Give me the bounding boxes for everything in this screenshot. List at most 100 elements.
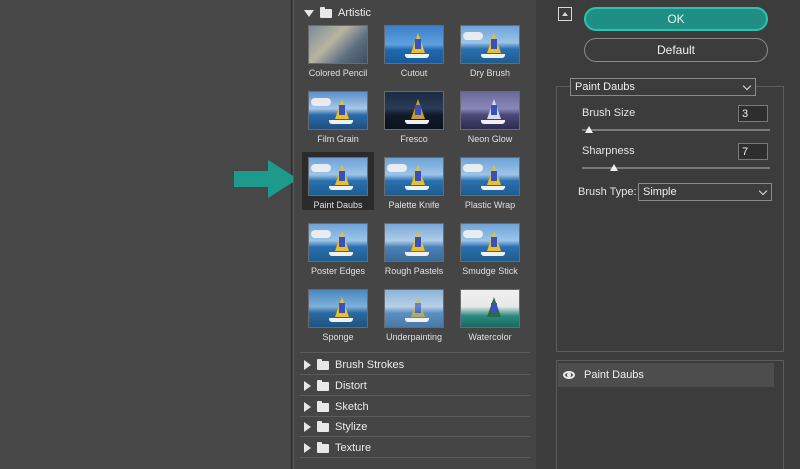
filter-preview <box>384 91 444 130</box>
filter-label: Plastic Wrap <box>464 200 516 210</box>
filter-thumb-poster-edges[interactable]: Poster Edges <box>302 218 374 276</box>
triangle-right-icon <box>304 360 311 370</box>
filter-preview <box>308 223 368 262</box>
filter-preview <box>308 25 368 64</box>
filter-thumb-colored-pencil[interactable]: Colored Pencil <box>302 20 374 78</box>
sharpness-input[interactable]: 7 <box>738 143 768 160</box>
filter-label: Palette Knife <box>388 200 440 210</box>
brush-size-input[interactable]: 3 <box>738 105 768 122</box>
filter-thumb-smudge-stick[interactable]: Smudge Stick <box>454 218 526 276</box>
filter-preview <box>460 91 520 130</box>
brush-size-slider[interactable] <box>582 126 770 133</box>
brush-size-label: Brush Size <box>582 107 636 119</box>
triangle-right-icon <box>304 422 311 432</box>
filter-preview <box>384 25 444 64</box>
filter-select-value: Paint Daubs <box>575 81 635 93</box>
filter-thumb-sponge[interactable]: Sponge <box>302 284 374 342</box>
filter-thumb-film-grain[interactable]: Film Grain <box>302 86 374 144</box>
filter-preview <box>460 25 520 64</box>
sharpness-slider[interactable] <box>582 164 770 171</box>
filter-label: Poster Edges <box>310 266 366 276</box>
folder-icon <box>317 400 329 412</box>
filter-thumb-cutout[interactable]: Cutout <box>378 20 450 78</box>
ok-button[interactable]: OK <box>584 7 768 31</box>
effect-layer-name: Paint Daubs <box>584 369 644 381</box>
effect-layer-row[interactable]: Paint Daubs <box>558 363 774 387</box>
divider <box>300 395 530 396</box>
divider <box>300 352 530 353</box>
triangle-right-icon <box>304 443 311 453</box>
folder-icon <box>317 420 329 432</box>
filter-preview <box>460 157 520 196</box>
filter-label: Smudge Stick <box>462 266 518 276</box>
category-distort[interactable]: Distort <box>304 376 367 396</box>
filter-preview <box>460 223 520 262</box>
category-texture[interactable]: Texture <box>304 438 371 458</box>
chevron-down-icon <box>758 186 768 196</box>
category-sketch[interactable]: Sketch <box>304 397 369 417</box>
eye-icon[interactable] <box>558 371 580 379</box>
filter-label: Sponge <box>322 332 354 342</box>
default-button[interactable]: Default <box>584 38 768 62</box>
sharpness-label: Sharpness <box>582 145 635 157</box>
category-label: Distort <box>335 380 367 392</box>
filter-label: Film Grain <box>317 134 359 144</box>
effect-layers-panel: Paint Daubs <box>556 360 784 469</box>
brush-type-label: Brush Type: <box>578 186 637 198</box>
filter-preview <box>384 289 444 328</box>
triangle-right-icon <box>304 402 311 412</box>
triangle-down-icon <box>304 9 314 17</box>
filter-preview <box>384 223 444 262</box>
collapse-gallery-button[interactable] <box>558 7 572 21</box>
filter-label: Watercolor <box>468 332 512 342</box>
filter-thumb-dry-brush[interactable]: Dry Brush <box>454 20 526 78</box>
triangle-right-icon <box>304 381 311 391</box>
category-brush-strokes[interactable]: Brush Strokes <box>304 355 404 375</box>
filter-select[interactable]: Paint Daubs <box>570 78 756 96</box>
filter-label: Rough Pastels <box>384 266 444 276</box>
filter-thumb-watercolor[interactable]: Watercolor <box>454 284 526 342</box>
filter-label: Fresco <box>400 134 428 144</box>
divider <box>300 374 530 375</box>
category-label: Brush Strokes <box>335 359 405 371</box>
filter-preview <box>308 91 368 130</box>
filter-thumb-plastic-wrap[interactable]: Plastic Wrap <box>454 152 526 210</box>
category-label: Texture <box>335 442 372 454</box>
brush-size-slider-knob[interactable] <box>585 126 593 133</box>
filter-label: Underpainting <box>385 332 443 342</box>
filter-thumb-fresco[interactable]: Fresco <box>378 86 450 144</box>
folder-icon <box>317 358 329 370</box>
filter-label: Paint Daubs <box>313 200 363 210</box>
category-label: Stylize <box>335 421 368 433</box>
filter-preview <box>384 157 444 196</box>
filter-label: Dry Brush <box>469 68 510 78</box>
filter-label: Cutout <box>400 68 428 78</box>
arrow-right-icon <box>234 160 298 198</box>
filter-thumb-palette-knife[interactable]: Palette Knife <box>378 152 450 210</box>
folder-icon <box>317 441 329 453</box>
brush-type-select[interactable]: Simple <box>638 183 772 201</box>
image-preview[interactable] <box>0 0 292 469</box>
category-label: Sketch <box>335 401 369 413</box>
filter-thumb-rough-pastels[interactable]: Rough Pastels <box>378 218 450 276</box>
filter-thumb-paint-daubs[interactable]: Paint Daubs <box>302 152 374 210</box>
collapse-icon <box>562 12 568 16</box>
divider <box>300 457 530 458</box>
brush-type-value: Simple <box>643 186 677 198</box>
sharpness-slider-knob[interactable] <box>610 164 618 171</box>
folder-icon <box>320 6 332 18</box>
filter-gallery: Artistic Colored Pencil Cutout Dry Brush… <box>293 0 536 469</box>
category-artistic-label: Artistic <box>338 7 371 19</box>
divider <box>300 436 530 437</box>
filter-label: Neon Glow <box>467 134 513 144</box>
filter-label: Colored Pencil <box>308 68 368 78</box>
filter-preview <box>460 289 520 328</box>
category-stylize[interactable]: Stylize <box>304 417 367 437</box>
filter-preview <box>308 157 368 196</box>
settings-panel: OK Default Paint Daubs Brush Size 3 Shar… <box>546 0 800 469</box>
chevron-down-icon <box>742 81 752 91</box>
folder-icon <box>317 379 329 391</box>
filter-preview <box>308 289 368 328</box>
filter-thumb-underpainting[interactable]: Underpainting <box>378 284 450 342</box>
filter-thumb-neon-glow[interactable]: Neon Glow <box>454 86 526 144</box>
